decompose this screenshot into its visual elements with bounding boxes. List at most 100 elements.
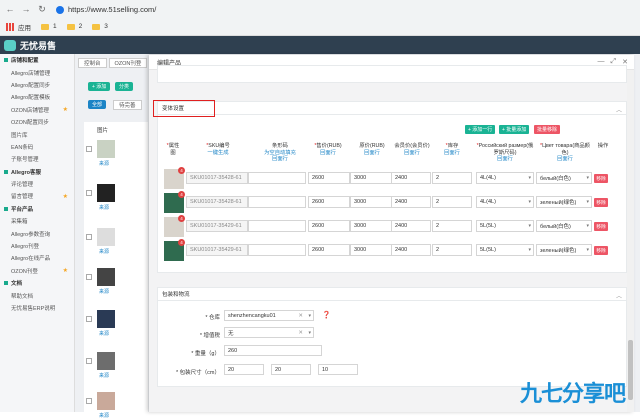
sidebar-item[interactable]: Allegro配置模板 bbox=[0, 91, 74, 103]
weight-input[interactable]: 260 bbox=[224, 345, 322, 356]
collapse-icon[interactable]: ︿ bbox=[616, 105, 622, 114]
collapse-icon[interactable]: ︿ bbox=[616, 291, 622, 300]
product-thumbnail[interactable] bbox=[97, 392, 115, 410]
sidebar-item[interactable]: 图片库 bbox=[0, 128, 74, 140]
product-thumbnail[interactable] bbox=[97, 184, 115, 202]
sidebar-item[interactable]: OZON配置同步 bbox=[0, 116, 74, 128]
sidebar-item[interactable]: OZON店铺管理 bbox=[0, 104, 74, 116]
source-link[interactable]: 来源 bbox=[99, 330, 109, 337]
row-checkbox[interactable] bbox=[86, 190, 92, 196]
apps-icon[interactable] bbox=[6, 22, 14, 31]
sku-input[interactable]: SKU01017-35429-61 bbox=[186, 244, 248, 256]
clear-icon[interactable]: ✕ bbox=[298, 330, 303, 336]
sidebar-item[interactable]: 评论管理 bbox=[0, 178, 74, 190]
row-checkbox[interactable] bbox=[86, 234, 92, 240]
height-input[interactable]: 10 bbox=[318, 364, 358, 375]
tab-console[interactable]: 控制台 bbox=[78, 58, 107, 68]
sidebar-item[interactable]: Allegro店铺管理 bbox=[0, 66, 74, 78]
original-price-input[interactable]: 3000 bbox=[350, 244, 392, 256]
add-row-button[interactable]: + 添加一行 bbox=[465, 125, 496, 134]
clear-icon[interactable]: ✕ bbox=[298, 313, 303, 319]
sidebar-item[interactable]: EAN条码 bbox=[0, 141, 74, 153]
source-link[interactable]: 来源 bbox=[99, 372, 109, 379]
member-price-input[interactable]: 2400 bbox=[391, 220, 431, 232]
sku-input[interactable]: SKU01017-35429-61 bbox=[186, 220, 248, 232]
member-price-input[interactable]: 2400 bbox=[391, 172, 431, 184]
product-thumbnail[interactable] bbox=[97, 352, 115, 370]
row-checkbox[interactable] bbox=[86, 146, 92, 152]
sku-input[interactable]: SKU01017-35428-61 bbox=[186, 172, 248, 184]
barcode-input[interactable] bbox=[248, 244, 306, 256]
filter-pending[interactable]: 待完善 bbox=[113, 100, 142, 110]
product-thumbnail[interactable] bbox=[97, 140, 115, 158]
price-input[interactable]: 2600 bbox=[308, 220, 350, 232]
remove-button[interactable]: 移除 bbox=[594, 246, 608, 255]
stock-input[interactable]: 2 bbox=[432, 220, 472, 232]
sidebar-item[interactable]: Allegro参数查询 bbox=[0, 227, 74, 239]
remove-button[interactable]: 移除 bbox=[594, 198, 608, 207]
reload-icon[interactable]: ↻ bbox=[36, 4, 48, 15]
batch-remove-button[interactable]: 批量移除 bbox=[534, 125, 561, 134]
stock-input[interactable]: 2 bbox=[432, 196, 472, 208]
color-select[interactable]: зеленый(绿色) bbox=[536, 196, 592, 208]
source-link[interactable]: 来源 bbox=[99, 204, 109, 211]
size-select[interactable]: 4L(4L) bbox=[476, 172, 534, 184]
original-price-input[interactable]: 3000 bbox=[350, 172, 392, 184]
price-input[interactable]: 2600 bbox=[308, 172, 350, 184]
barcode-input[interactable] bbox=[248, 172, 306, 184]
remove-button[interactable]: 移除 bbox=[594, 222, 608, 231]
product-thumbnail[interactable] bbox=[97, 228, 115, 246]
sku-generate-link[interactable]: 一键生成 bbox=[207, 150, 228, 156]
sidebar-item[interactable]: 无忧易售ERP说明 bbox=[0, 302, 74, 314]
back-icon[interactable]: ← bbox=[4, 4, 16, 14]
original-price-input[interactable]: 3000 bbox=[350, 220, 392, 232]
source-link[interactable]: 来源 bbox=[99, 288, 109, 295]
bookmark-2[interactable]: 2 bbox=[66, 23, 82, 30]
scroll-thumb[interactable] bbox=[628, 340, 633, 400]
bookmark-apps[interactable]: 应用 bbox=[18, 22, 31, 32]
sidebar-item[interactable]: Allegro在线产品 bbox=[0, 252, 74, 264]
color-select[interactable]: белый(白色) bbox=[536, 220, 592, 232]
sidebar-item[interactable]: 采集箱 bbox=[0, 215, 74, 227]
color-select[interactable]: белый(白色) bbox=[536, 172, 592, 184]
category-button[interactable]: 分类 bbox=[115, 82, 134, 91]
row-checkbox[interactable] bbox=[86, 358, 92, 364]
product-thumbnail[interactable] bbox=[97, 310, 115, 328]
length-input[interactable]: 20 bbox=[224, 364, 264, 375]
barcode-input[interactable] bbox=[248, 220, 306, 232]
row-checkbox[interactable] bbox=[86, 316, 92, 322]
original-price-input[interactable]: 3000 bbox=[350, 196, 392, 208]
size-select[interactable]: 4L(4L) bbox=[476, 196, 534, 208]
sidebar-item[interactable]: 文档 bbox=[0, 277, 74, 289]
tab-ozon-listing[interactable]: OZON刊登 bbox=[108, 58, 148, 68]
filter-all[interactable]: 全部 bbox=[88, 100, 107, 109]
barcode-input[interactable] bbox=[248, 196, 306, 208]
price-input[interactable]: 2600 bbox=[308, 244, 350, 256]
size-select[interactable]: 5L(5L) bbox=[476, 220, 534, 232]
stock-input[interactable]: 2 bbox=[432, 244, 472, 256]
bookmark-1[interactable]: 1 bbox=[41, 23, 57, 30]
warehouse-select[interactable]: shenzhencangku01 ✕ bbox=[224, 310, 314, 321]
sidebar-item[interactable]: 帮助文档 bbox=[0, 289, 74, 301]
member-price-input[interactable]: 2400 bbox=[391, 196, 431, 208]
modal-scrollbar[interactable] bbox=[627, 70, 634, 412]
remove-button[interactable]: 移除 bbox=[594, 174, 608, 183]
bookmark-3[interactable]: 3 bbox=[92, 23, 108, 30]
color-select[interactable]: зеленый(绿色) bbox=[536, 244, 592, 256]
sidebar-item[interactable]: Allegro刊登 bbox=[0, 240, 74, 252]
sidebar-item[interactable]: Allegro客服 bbox=[0, 166, 74, 178]
sidebar-item[interactable]: 平台产品 bbox=[0, 203, 74, 215]
help-icon[interactable]: ❓ bbox=[322, 311, 331, 319]
source-link[interactable]: 来源 bbox=[99, 412, 109, 419]
sidebar-item[interactable]: 子账号管理 bbox=[0, 153, 74, 165]
size-select[interactable]: 5L(5L) bbox=[476, 244, 534, 256]
width-input[interactable]: 20 bbox=[271, 364, 311, 375]
address-bar[interactable]: https://www.51selling.com/ bbox=[56, 3, 636, 16]
source-link[interactable]: 来源 bbox=[99, 160, 109, 167]
forward-icon[interactable]: → bbox=[20, 4, 32, 14]
stock-input[interactable]: 2 bbox=[432, 172, 472, 184]
source-link[interactable]: 来源 bbox=[99, 248, 109, 255]
sidebar-item[interactable]: Allegro配置同步 bbox=[0, 79, 74, 91]
vat-select[interactable]: 无 ✕ bbox=[224, 327, 314, 338]
row-checkbox[interactable] bbox=[86, 274, 92, 280]
